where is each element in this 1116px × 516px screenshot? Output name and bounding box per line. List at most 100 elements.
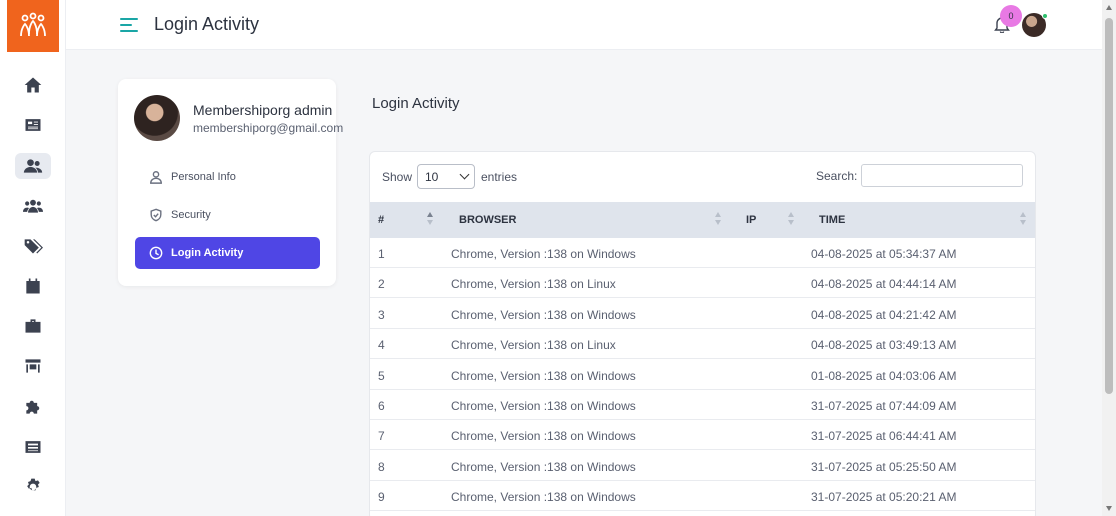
puzzle-icon xyxy=(26,400,40,414)
sidebar-item-reports[interactable] xyxy=(15,434,51,460)
page-title: Login Activity xyxy=(154,14,260,34)
profile-menu-login-activity[interactable]: Login Activity xyxy=(135,237,320,269)
store-icon xyxy=(25,359,41,373)
sort-icon xyxy=(427,212,433,226)
sidebar-item-addons[interactable] xyxy=(15,394,51,420)
cell-time: 04-08-2025 at 03:49:13 AM xyxy=(811,338,957,353)
profile-avatar xyxy=(134,95,180,141)
cell-number: 9 xyxy=(378,490,385,505)
scrollbar-thumb[interactable] xyxy=(1105,18,1113,394)
scroll-up-arrow-icon[interactable] xyxy=(1106,5,1112,10)
cell-browser: Chrome, Version :138 on Linux xyxy=(451,277,616,292)
calendar-icon xyxy=(26,278,40,294)
entries-label: entries xyxy=(481,170,518,184)
online-status-dot xyxy=(1042,13,1048,19)
table-row: 9 Chrome, Version :138 on Windows 31-07-20… xyxy=(370,481,1035,512)
profile-menu-label: Personal Info xyxy=(171,171,236,183)
profile-menu-security[interactable]: Security xyxy=(135,199,320,231)
table-header: # BROWSER IP TIME xyxy=(370,202,1035,238)
sidebar-item-store[interactable] xyxy=(15,353,51,379)
show-label: Show xyxy=(382,170,413,184)
notification-badge: 0 xyxy=(1000,5,1022,27)
sort-icon xyxy=(715,212,721,226)
profile-menu-label: Login Activity xyxy=(171,247,244,259)
sidebar-item-members[interactable] xyxy=(15,153,51,179)
cell-number: 3 xyxy=(378,307,385,322)
shield-icon xyxy=(150,208,162,222)
cell-browser: Chrome, Version :138 on Windows xyxy=(451,490,636,505)
cell-browser: Chrome, Version :138 on Windows xyxy=(451,368,636,383)
table-row: 8 Chrome, Version :138 on Windows 31-07-20… xyxy=(370,451,1035,481)
table-row: 1 Chrome, Version :138 on Windows 04-08-20… xyxy=(370,238,1035,268)
list-icon xyxy=(25,441,41,453)
sidebar-item-jobs[interactable] xyxy=(15,313,51,339)
cell-browser: Chrome, Version :138 on Windows xyxy=(451,247,636,261)
column-header-time[interactable]: TIME xyxy=(819,202,845,238)
column-header-number[interactable]: # xyxy=(378,202,384,238)
cell-time: 31-07-2025 at 07:44:09 AM xyxy=(811,399,957,413)
gear-icon xyxy=(27,478,40,491)
brand-logo[interactable] xyxy=(7,0,59,52)
sort-icon xyxy=(1020,212,1026,226)
cell-number: 2 xyxy=(378,277,385,292)
cell-number: 1 xyxy=(378,247,385,261)
tags-icon xyxy=(24,239,43,254)
sidebar xyxy=(0,0,66,516)
table-row: 3 Chrome, Version :138 on Windows 04-08-20… xyxy=(370,299,1035,329)
briefcase-icon xyxy=(25,319,41,333)
cell-time: 31-07-2025 at 05:25:50 AM xyxy=(811,459,957,474)
cell-number: 8 xyxy=(378,459,385,474)
sidebar-item-home[interactable] xyxy=(15,72,51,98)
sort-icon xyxy=(788,212,794,226)
cell-browser: Chrome, Version :138 on Windows xyxy=(451,459,636,474)
table-row: 7 Chrome, Version :138 on Windows 31-07-20… xyxy=(370,420,1035,451)
cell-time: 01-08-2025 at 04:03:06 AM xyxy=(811,368,957,383)
cell-number: 4 xyxy=(378,338,385,353)
sidebar-item-groups[interactable] xyxy=(15,193,51,219)
profile-menu-label: Security xyxy=(171,209,211,221)
clock-icon xyxy=(149,246,163,260)
profile-menu-personal-info[interactable]: Personal Info xyxy=(135,161,320,193)
cell-time: 31-07-2025 at 05:20:21 AM xyxy=(811,490,957,505)
table-row: 4 Chrome, Version :138 on Linux 04-08-2025… xyxy=(370,329,1035,360)
search-input[interactable] xyxy=(861,164,1023,187)
sidebar-item-tags[interactable] xyxy=(15,233,51,259)
search-label: Search: xyxy=(816,169,858,183)
user-icon xyxy=(150,171,162,184)
profile-card: Membershiporg admin membershiporg@gmail.… xyxy=(118,79,343,286)
cell-time: 31-07-2025 at 06:44:41 AM xyxy=(811,429,957,444)
cell-browser: Chrome, Version :138 on Linux xyxy=(451,338,616,353)
column-header-ip[interactable]: IP xyxy=(746,202,756,238)
cell-time: 04-08-2025 at 05:34:37 AM xyxy=(811,247,957,261)
table-row: 5 Chrome, Version :138 on Windows 01-08-20… xyxy=(370,360,1035,390)
section-title: Login Activity xyxy=(372,95,460,112)
top-bar: Login Activity 0 xyxy=(66,0,1102,50)
cell-time: 04-08-2025 at 04:44:14 AM xyxy=(811,277,957,292)
page-scrollbar[interactable] xyxy=(1102,0,1116,516)
profile-email: membershiporg@gmail.com xyxy=(193,121,344,135)
table-row: 2 Chrome, Version :138 on Linux 04-08-2025… xyxy=(370,268,1035,299)
newspaper-icon xyxy=(25,119,41,131)
sidebar-item-events[interactable] xyxy=(15,273,51,299)
cell-time: 04-08-2025 at 04:21:42 AM xyxy=(811,307,957,322)
home-icon xyxy=(24,77,42,93)
group-icon xyxy=(23,199,43,213)
cell-number: 6 xyxy=(378,399,385,413)
sidebar-item-posts[interactable] xyxy=(15,112,51,138)
entries-select-value: 10 xyxy=(425,169,439,184)
people-logo-icon xyxy=(20,12,46,37)
entries-select[interactable]: 10 xyxy=(417,164,475,189)
menu-toggle-icon[interactable] xyxy=(120,16,138,34)
cell-number: 7 xyxy=(378,429,385,444)
chevron-down-icon xyxy=(459,169,470,180)
users-icon xyxy=(23,159,43,173)
table-row: 6 Chrome, Version :138 on Windows 31-07-20… xyxy=(370,390,1035,420)
sidebar-item-settings[interactable] xyxy=(15,474,51,500)
scroll-down-arrow-icon[interactable] xyxy=(1106,506,1112,511)
cell-number: 5 xyxy=(378,368,385,383)
cell-browser: Chrome, Version :138 on Windows xyxy=(451,307,636,322)
column-header-browser[interactable]: BROWSER xyxy=(459,202,516,238)
cell-browser: Chrome, Version :138 on Windows xyxy=(451,399,636,413)
profile-name: Membershiporg admin xyxy=(193,102,333,118)
login-activity-table-card: Show 10 entries Search: # BROWSER IP TIM… xyxy=(369,151,1036,516)
